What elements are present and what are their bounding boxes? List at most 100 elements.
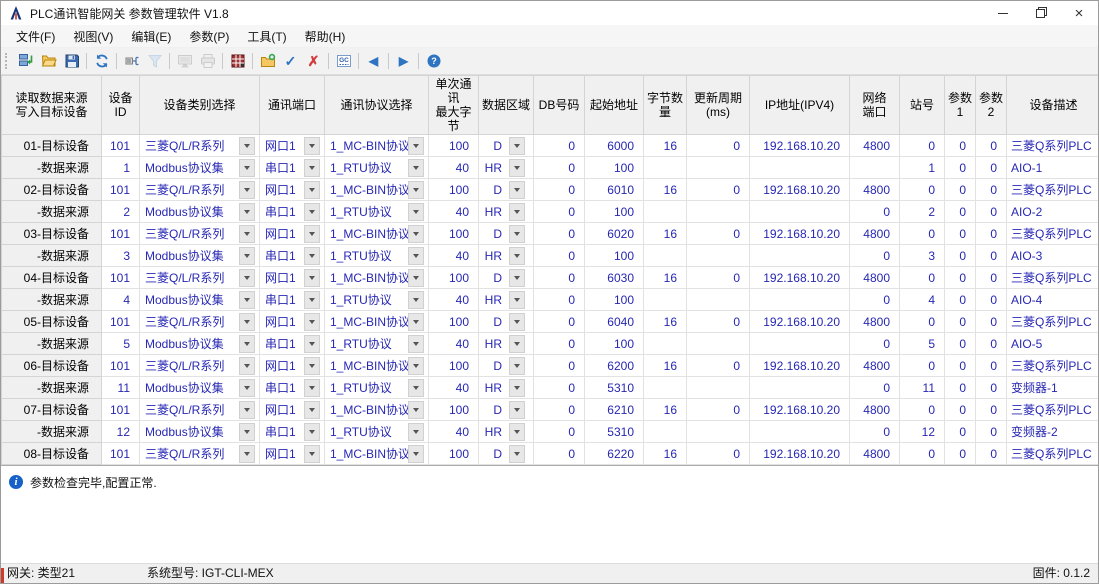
cell-data-area[interactable]: D: [479, 267, 534, 289]
cell-ip-address[interactable]: [750, 289, 850, 311]
cell-param2[interactable]: 0: [976, 355, 1007, 377]
cell-byte-count[interactable]: 16: [644, 179, 687, 201]
toolbar-help-button[interactable]: ?: [422, 50, 445, 72]
chevron-down-icon[interactable]: [239, 291, 255, 309]
cell-max-bytes[interactable]: 40: [429, 245, 479, 267]
toolbar-cancel-button[interactable]: ✗: [302, 50, 325, 72]
chevron-down-icon[interactable]: [304, 225, 320, 243]
cell-protocol[interactable]: 1_MC-BIN协议: [325, 135, 429, 157]
chevron-down-icon[interactable]: [304, 445, 320, 463]
cell-device-category[interactable]: 三菱Q/L/R系列: [140, 179, 260, 201]
cell-device-description[interactable]: AIO-2: [1007, 201, 1099, 223]
cell-start-address[interactable]: 6010: [585, 179, 644, 201]
cell-device-category[interactable]: Modbus协议集: [140, 157, 260, 179]
cell-device-description[interactable]: AIO-3: [1007, 245, 1099, 267]
cell-db-number[interactable]: 0: [534, 223, 585, 245]
cell-network-port[interactable]: 0: [850, 201, 900, 223]
cell-network-port[interactable]: 4800: [850, 267, 900, 289]
cell-update-cycle[interactable]: 0: [687, 443, 750, 465]
cell-device-description[interactable]: AIO-5: [1007, 333, 1099, 355]
cell-device-description[interactable]: 三菱Q系列PLC: [1007, 311, 1099, 333]
cell-device-id[interactable]: 5: [102, 333, 140, 355]
chevron-down-icon[interactable]: [408, 137, 424, 155]
chevron-down-icon[interactable]: [509, 225, 525, 243]
cell-device-description[interactable]: AIO-4: [1007, 289, 1099, 311]
chevron-down-icon[interactable]: [509, 159, 525, 177]
cell-db-number[interactable]: 0: [534, 399, 585, 421]
cell-start-address[interactable]: 100: [585, 201, 644, 223]
cell-max-bytes[interactable]: 40: [429, 421, 479, 443]
chevron-down-icon[interactable]: [509, 269, 525, 287]
chevron-down-icon[interactable]: [509, 247, 525, 265]
cell-data-area[interactable]: HR: [479, 421, 534, 443]
cell-network-port[interactable]: 0: [850, 377, 900, 399]
cell-byte-count[interactable]: [644, 333, 687, 355]
cell-device-category[interactable]: 三菱Q/L/R系列: [140, 223, 260, 245]
cell-protocol[interactable]: 1_MC-BIN协议: [325, 399, 429, 421]
cell-protocol[interactable]: 1_RTU协议: [325, 157, 429, 179]
cell-param1[interactable]: 0: [945, 201, 976, 223]
chevron-down-icon[interactable]: [509, 335, 525, 353]
cell-network-port[interactable]: 4800: [850, 179, 900, 201]
cell-network-port[interactable]: 0: [850, 421, 900, 443]
cell-ip-address[interactable]: 192.168.10.20: [750, 223, 850, 245]
cell-update-cycle[interactable]: [687, 289, 750, 311]
cell-ip-address[interactable]: 192.168.10.20: [750, 135, 850, 157]
cell-max-bytes[interactable]: 40: [429, 289, 479, 311]
cell-network-port[interactable]: 4800: [850, 135, 900, 157]
cell-db-number[interactable]: 0: [534, 157, 585, 179]
menu-edit[interactable]: 编辑(E): [122, 26, 180, 47]
toolbar-grip[interactable]: [5, 53, 10, 69]
row-header[interactable]: -数据来源: [2, 245, 102, 267]
toolbar-next-page-button[interactable]: ▶: [392, 50, 415, 72]
row-header[interactable]: 03-目标设备: [2, 223, 102, 245]
cell-db-number[interactable]: 0: [534, 443, 585, 465]
cell-protocol[interactable]: 1_MC-BIN协议: [325, 311, 429, 333]
cell-data-area[interactable]: D: [479, 443, 534, 465]
cell-max-bytes[interactable]: 40: [429, 157, 479, 179]
cell-station-number[interactable]: 2: [900, 201, 945, 223]
chevron-down-icon[interactable]: [408, 445, 424, 463]
cell-param1[interactable]: 0: [945, 399, 976, 421]
cell-ip-address[interactable]: [750, 201, 850, 223]
chevron-down-icon[interactable]: [408, 225, 424, 243]
cell-max-bytes[interactable]: 40: [429, 377, 479, 399]
cell-db-number[interactable]: 0: [534, 311, 585, 333]
cell-ip-address[interactable]: 192.168.10.20: [750, 179, 850, 201]
chevron-down-icon[interactable]: [509, 357, 525, 375]
chevron-down-icon[interactable]: [239, 159, 255, 177]
cell-max-bytes[interactable]: 40: [429, 201, 479, 223]
cell-param2[interactable]: 0: [976, 421, 1007, 443]
chevron-down-icon[interactable]: [304, 401, 320, 419]
cell-comm-port[interactable]: 网口1: [260, 223, 325, 245]
chevron-down-icon[interactable]: [408, 313, 424, 331]
cell-station-number[interactable]: 12: [900, 421, 945, 443]
cell-param2[interactable]: 0: [976, 157, 1007, 179]
cell-update-cycle[interactable]: [687, 157, 750, 179]
cell-device-id[interactable]: 101: [102, 399, 140, 421]
chevron-down-icon[interactable]: [408, 269, 424, 287]
cell-station-number[interactable]: 4: [900, 289, 945, 311]
chevron-down-icon[interactable]: [239, 181, 255, 199]
cell-device-category[interactable]: Modbus协议集: [140, 201, 260, 223]
cell-device-id[interactable]: 4: [102, 289, 140, 311]
chevron-down-icon[interactable]: [408, 159, 424, 177]
cell-param1[interactable]: 0: [945, 157, 976, 179]
chevron-down-icon[interactable]: [239, 401, 255, 419]
cell-device-category[interactable]: 三菱Q/L/R系列: [140, 135, 260, 157]
cell-db-number[interactable]: 0: [534, 355, 585, 377]
chevron-down-icon[interactable]: [408, 247, 424, 265]
cell-db-number[interactable]: 0: [534, 333, 585, 355]
chevron-down-icon[interactable]: [304, 159, 320, 177]
cell-param2[interactable]: 0: [976, 201, 1007, 223]
chevron-down-icon[interactable]: [408, 401, 424, 419]
cell-comm-port[interactable]: 网口1: [260, 179, 325, 201]
cell-station-number[interactable]: 0: [900, 355, 945, 377]
chevron-down-icon[interactable]: [509, 313, 525, 331]
cell-network-port[interactable]: 4800: [850, 223, 900, 245]
cell-data-area[interactable]: HR: [479, 201, 534, 223]
cell-byte-count[interactable]: 16: [644, 135, 687, 157]
cell-station-number[interactable]: 11: [900, 377, 945, 399]
cell-comm-port[interactable]: 网口1: [260, 355, 325, 377]
chevron-down-icon[interactable]: [304, 335, 320, 353]
